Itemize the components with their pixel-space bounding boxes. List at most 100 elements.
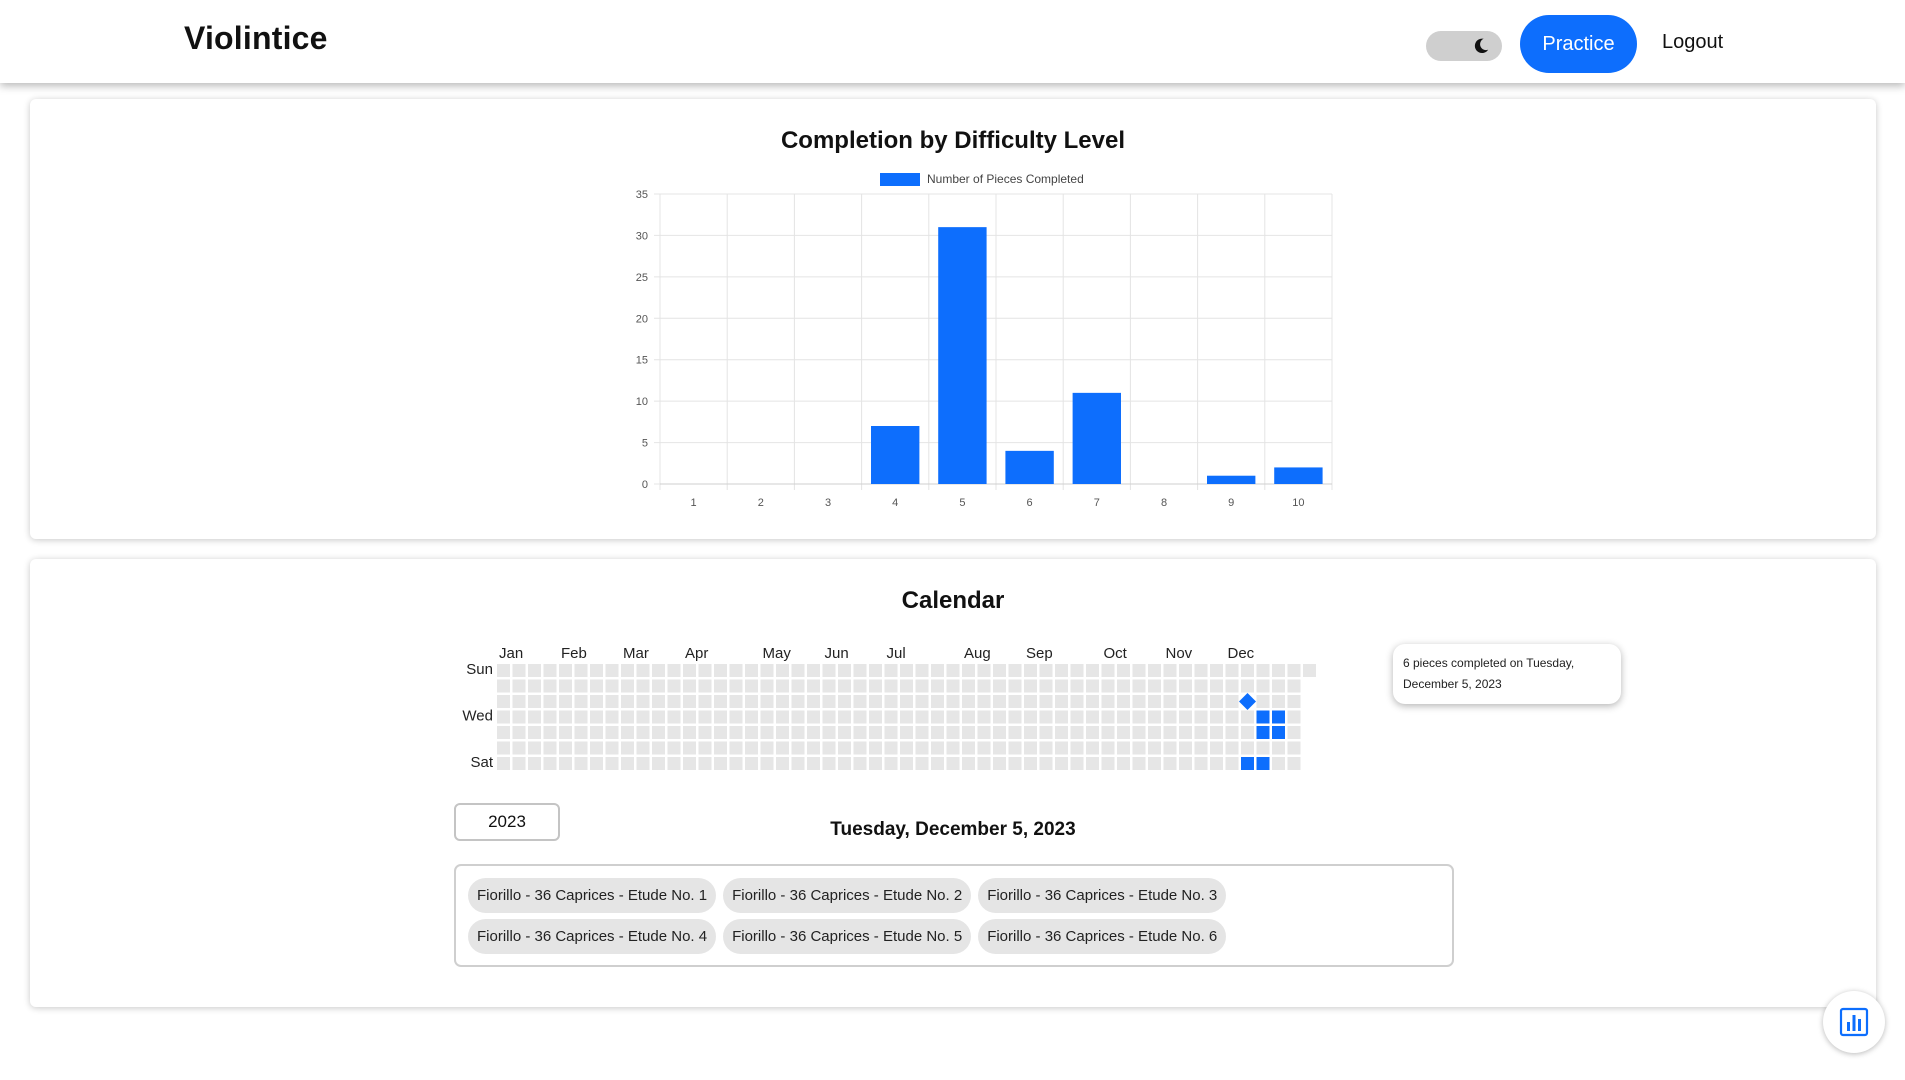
calendar-day[interactable] — [1287, 695, 1301, 708]
calendar-day[interactable] — [977, 695, 991, 708]
calendar-day[interactable] — [931, 664, 944, 677]
calendar-day[interactable] — [1008, 757, 1022, 770]
calendar-day[interactable] — [993, 741, 1006, 755]
calendar-day[interactable] — [1101, 710, 1115, 724]
calendar-day[interactable] — [1179, 757, 1192, 770]
calendar-day[interactable] — [636, 741, 650, 755]
calendar-day[interactable] — [1117, 695, 1130, 708]
calendar-day[interactable] — [559, 741, 572, 755]
calendar-day[interactable] — [1241, 679, 1254, 693]
calendar-day[interactable] — [1055, 695, 1068, 708]
calendar-day[interactable] — [605, 710, 619, 724]
calendar-day[interactable] — [683, 726, 696, 739]
calendar-day[interactable] — [543, 664, 557, 677]
calendar-day[interactable] — [1024, 741, 1037, 755]
calendar-day[interactable] — [962, 710, 975, 724]
calendar-day[interactable] — [1086, 664, 1099, 677]
calendar-day[interactable] — [884, 757, 898, 770]
calendar-day[interactable] — [729, 726, 743, 739]
calendar-day[interactable] — [1024, 664, 1037, 677]
calendar-day[interactable] — [1101, 726, 1115, 739]
calendar-day[interactable] — [993, 710, 1006, 724]
calendar-day[interactable] — [1148, 664, 1161, 677]
calendar-day[interactable] — [946, 757, 960, 770]
calendar-day[interactable] — [993, 757, 1006, 770]
calendar-day[interactable] — [962, 679, 975, 693]
calendar-day[interactable] — [559, 695, 572, 708]
calendar-day[interactable] — [1163, 664, 1177, 677]
calendar-day[interactable] — [528, 726, 541, 739]
calendar-day[interactable] — [946, 726, 960, 739]
calendar-day[interactable] — [574, 710, 588, 724]
calendar-day[interactable] — [946, 664, 960, 677]
calendar-day[interactable] — [714, 710, 727, 724]
calendar-day[interactable] — [621, 664, 634, 677]
calendar-day[interactable] — [683, 741, 696, 755]
calendar-day[interactable] — [1117, 710, 1130, 724]
calendar-day[interactable] — [993, 679, 1006, 693]
calendar-day[interactable] — [1101, 695, 1115, 708]
calendar-day[interactable] — [1148, 695, 1161, 708]
calendar-day[interactable] — [900, 710, 913, 724]
calendar-day[interactable] — [1256, 679, 1270, 693]
calendar-day[interactable] — [931, 695, 944, 708]
calendar-day[interactable] — [1024, 710, 1037, 724]
calendar-day[interactable] — [1117, 757, 1130, 770]
calendar-day[interactable] — [760, 695, 774, 708]
calendar-day[interactable] — [543, 757, 557, 770]
calendar-day[interactable] — [1163, 757, 1177, 770]
calendar-day[interactable] — [807, 726, 820, 739]
calendar-day[interactable] — [605, 757, 619, 770]
calendar-day[interactable] — [1194, 664, 1208, 677]
calendar-day[interactable] — [729, 741, 743, 755]
calendar-day[interactable] — [729, 664, 743, 677]
calendar-day[interactable] — [559, 726, 572, 739]
calendar-day[interactable] — [869, 679, 882, 693]
chart-legend[interactable]: Number of Pieces Completed — [880, 172, 1084, 186]
calendar-day[interactable] — [807, 664, 820, 677]
calendar-day[interactable] — [621, 726, 634, 739]
calendar-day[interactable] — [931, 710, 944, 724]
calendar-day[interactable] — [915, 726, 929, 739]
calendar-day[interactable] — [528, 757, 541, 770]
calendar-day[interactable] — [760, 710, 774, 724]
calendar-day[interactable] — [543, 679, 557, 693]
calendar-day[interactable] — [714, 664, 727, 677]
calendar-day[interactable] — [574, 757, 588, 770]
calendar-day[interactable] — [807, 679, 820, 693]
calendar-day[interactable] — [760, 726, 774, 739]
calendar-day[interactable] — [838, 710, 851, 724]
calendar-day[interactable] — [590, 695, 603, 708]
calendar-day[interactable] — [791, 664, 805, 677]
calendar-day[interactable] — [869, 710, 882, 724]
calendar-day[interactable] — [528, 741, 541, 755]
piece-chip[interactable]: Fiorillo - 36 Caprices - Etude No. 2 — [723, 878, 972, 913]
calendar-day[interactable] — [683, 757, 696, 770]
calendar-day[interactable] — [993, 695, 1006, 708]
calendar-day[interactable] — [590, 757, 603, 770]
calendar-day[interactable] — [652, 741, 665, 755]
calendar-day[interactable] — [1132, 679, 1146, 693]
calendar-day[interactable] — [559, 664, 572, 677]
calendar-day[interactable] — [791, 757, 805, 770]
calendar-day[interactable] — [652, 710, 665, 724]
calendar-day[interactable] — [1132, 741, 1146, 755]
calendar-day[interactable] — [1287, 757, 1301, 770]
calendar-day[interactable] — [915, 695, 929, 708]
calendar-day[interactable] — [574, 679, 588, 693]
logout-link[interactable]: Logout — [1662, 31, 1723, 54]
calendar-day[interactable] — [1272, 695, 1285, 708]
calendar-day[interactable] — [714, 695, 727, 708]
bar-level-5[interactable] — [938, 227, 987, 484]
bar-level-4[interactable] — [871, 426, 920, 484]
calendar-day[interactable] — [512, 741, 526, 755]
calendar-day[interactable] — [993, 726, 1006, 739]
calendar-day[interactable] — [590, 726, 603, 739]
calendar-day[interactable] — [931, 757, 944, 770]
calendar-day[interactable] — [605, 664, 619, 677]
calendar-day[interactable] — [1210, 757, 1223, 770]
piece-chip[interactable]: Fiorillo - 36 Caprices - Etude No. 4 — [468, 919, 717, 954]
calendar-day[interactable] — [853, 741, 867, 755]
calendar-day[interactable] — [977, 757, 991, 770]
calendar-day[interactable] — [838, 695, 851, 708]
